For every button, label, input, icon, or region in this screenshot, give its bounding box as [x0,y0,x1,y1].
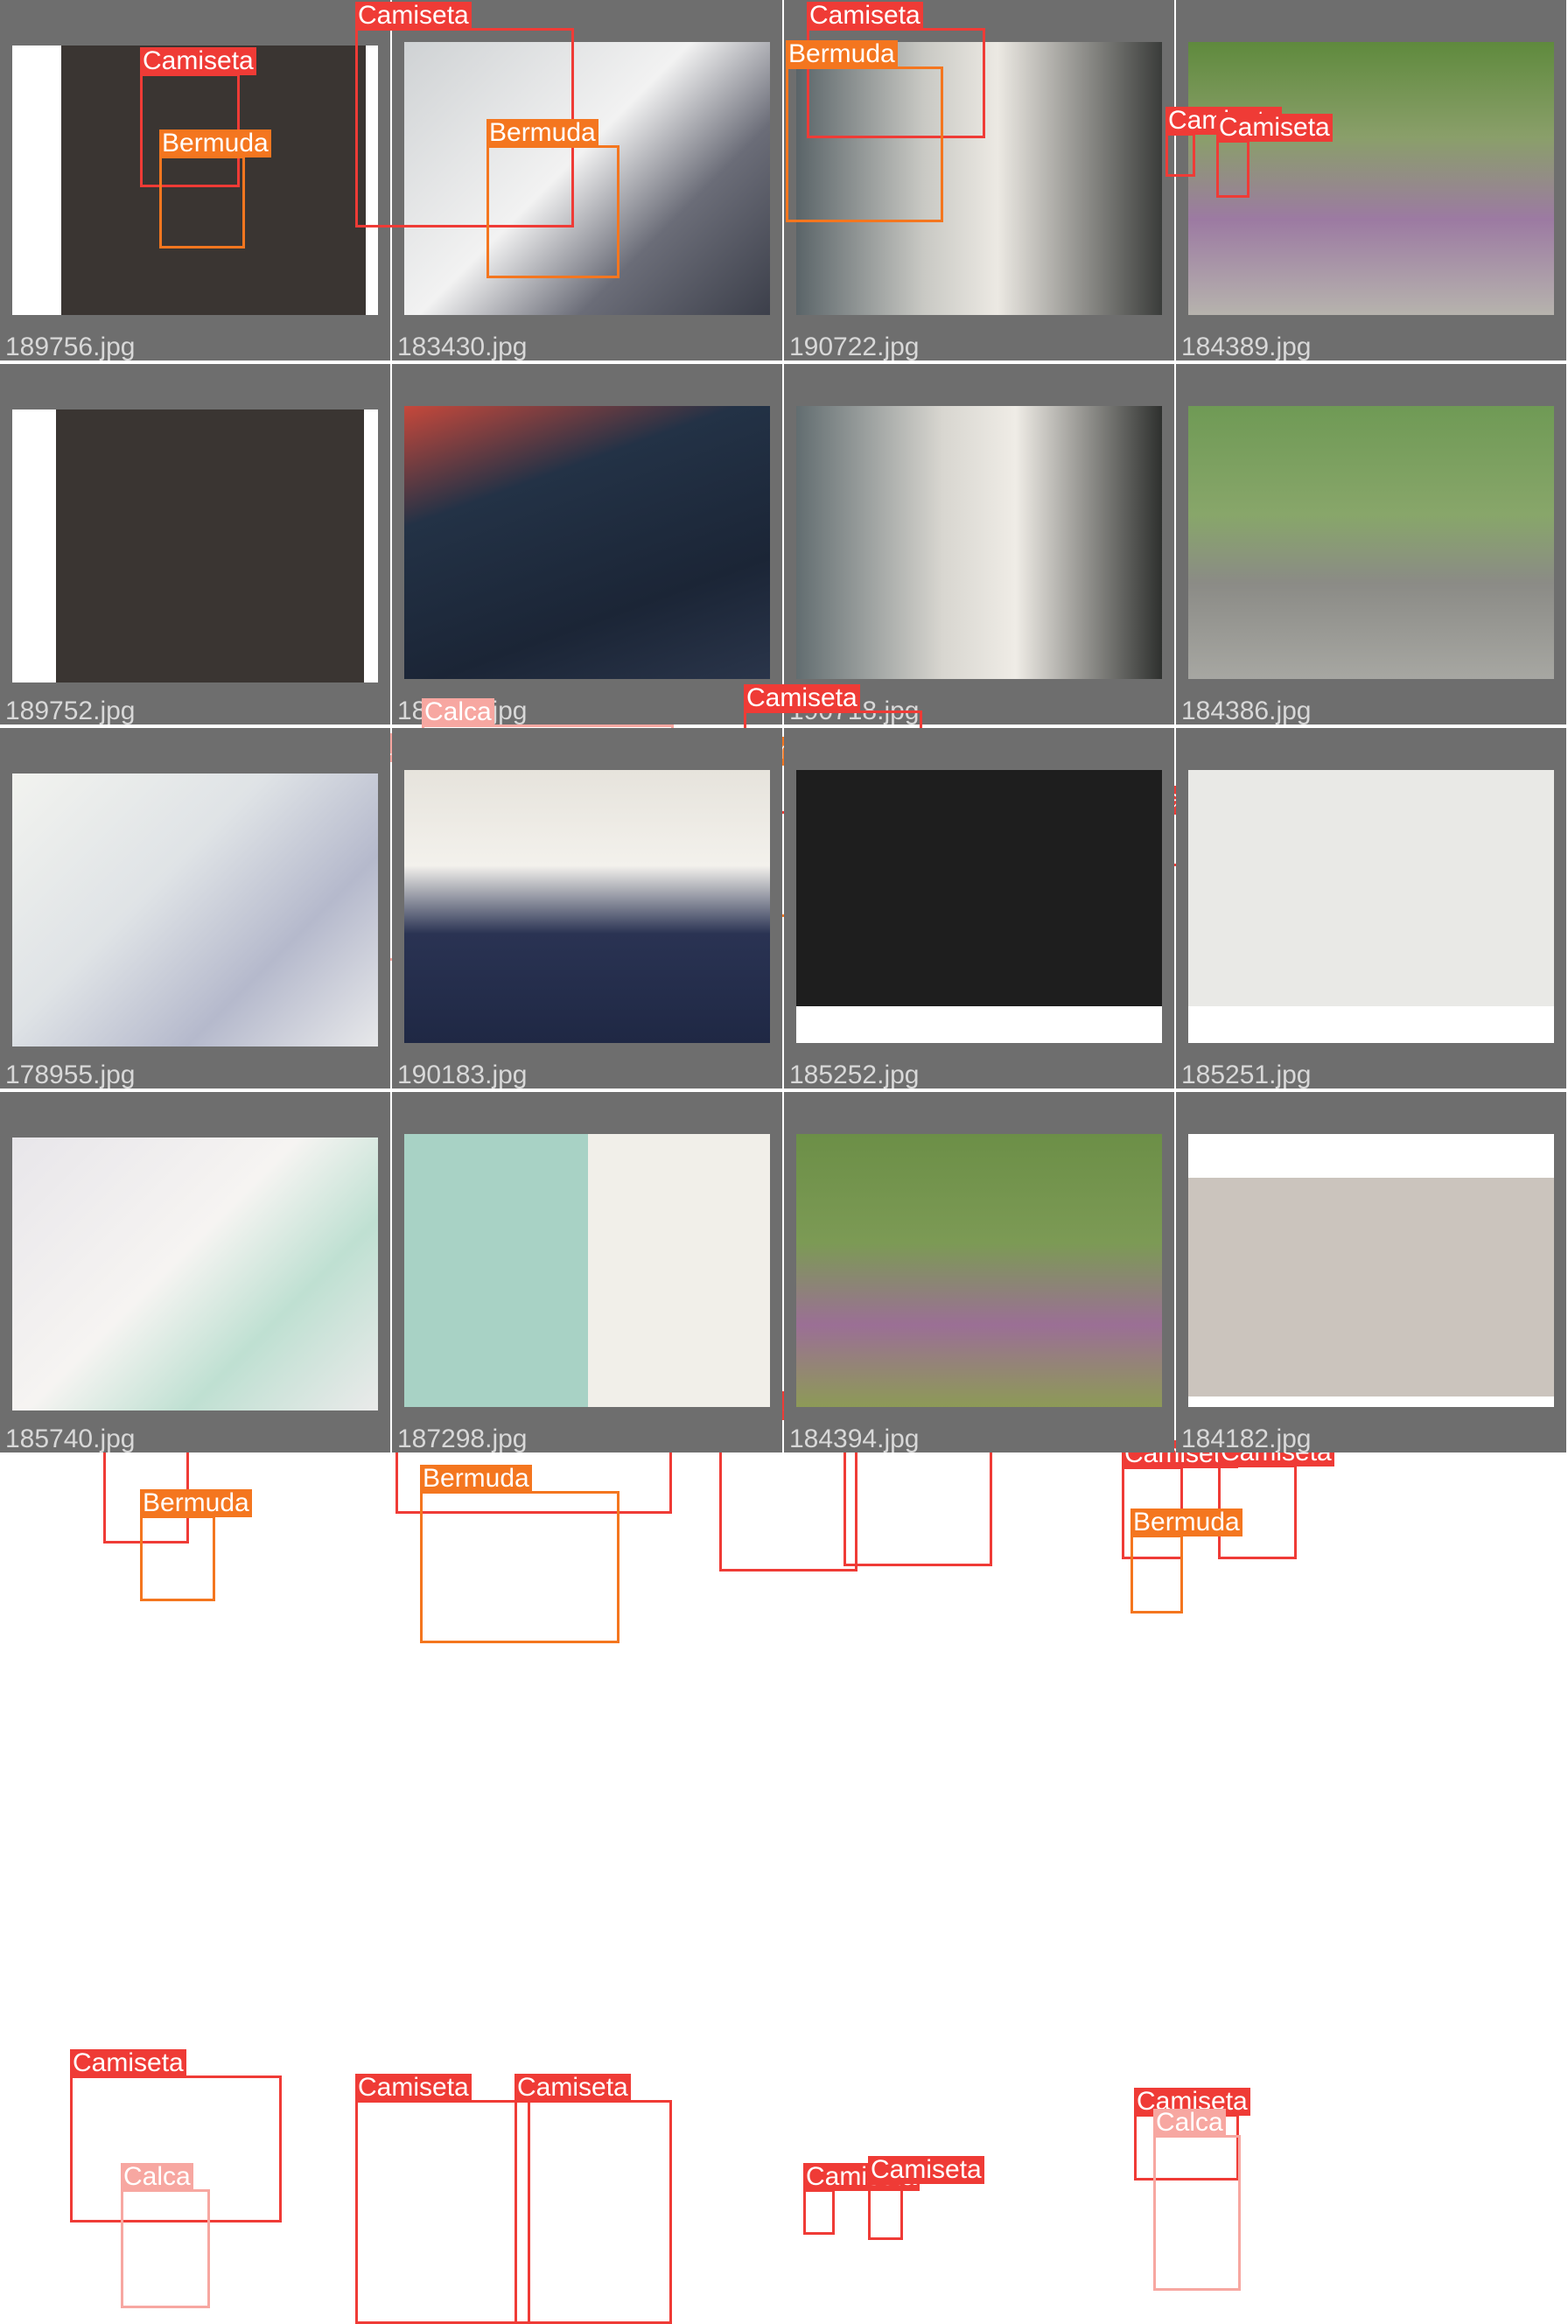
sample-photo [796,770,1162,1043]
image-filename: 184394.jpg [789,1424,920,1452]
sample-photo [404,770,770,1043]
mosaic-tile: 184829.jpg [392,364,782,724]
bounding-box [486,145,620,278]
image-filename: 190183.jpg [397,1060,528,1088]
image-filename: 184389.jpg [1181,332,1312,360]
bounding-box [868,2182,903,2240]
sample-photo [404,1134,770,1407]
bounding-box [803,2189,835,2235]
box-class-label: Bermuda [159,130,271,158]
sample-photo [1188,406,1554,679]
sample-photo [1188,1134,1554,1407]
sample-photo [1188,770,1554,1043]
box-class-label: Camiseta [868,2156,984,2184]
mosaic-grid: 189756.jpg Camiseta Bermuda 183430.jpg Camis… [0,0,1568,2324]
image-filename: 185740.jpg [5,1424,136,1452]
box-class-label: Bermuda [140,1489,252,1517]
bounding-box [140,1516,215,1601]
mosaic-tile: 189752.jpg [0,364,390,724]
bounding-box [355,2100,530,2324]
bounding-box [1216,140,1250,198]
mosaic-tile: 185740.jpg [0,1092,390,1452]
mosaic-tile: 178955.jpg [0,728,390,1088]
mosaic-tile: 184394.jpg [784,1092,1174,1452]
bounding-box [1130,1535,1183,1614]
box-class-label: Camiseta [355,2,472,30]
image-filename: 183430.jpg [397,332,528,360]
mosaic-tile: 190718.jpg [784,364,1174,724]
image-filename: 190722.jpg [789,332,920,360]
box-class-label: Camiseta [355,2074,472,2102]
box-class-label: Camiseta [807,2,923,30]
image-filename: 184182.jpg [1181,1424,1312,1452]
image-filename: 189752.jpg [5,696,136,724]
box-class-label: Camiseta [140,47,256,75]
image-filename: 187298.jpg [397,1424,528,1452]
mosaic-tile: 184386.jpg [1176,364,1566,724]
image-filename: 185251.jpg [1181,1060,1312,1088]
mosaic-tile: 184182.jpg [1176,1092,1566,1452]
sample-photo [796,1134,1162,1407]
box-class-label: Bermuda [420,1465,532,1493]
box-class-label: Camiseta [744,684,860,712]
bounding-box [1153,2135,1241,2291]
mosaic-tile: 185251.jpg [1176,728,1566,1088]
box-class-label: Calca [121,2163,193,2191]
bounding-box [121,2189,210,2308]
box-class-label: Camiseta [70,2049,186,2077]
mosaic-tile: 190183.jpg [392,728,782,1088]
box-class-label: Calca [1153,2109,1226,2137]
sample-photo [796,406,1162,679]
bounding-box [420,1491,620,1643]
image-filename: 185252.jpg [789,1060,920,1088]
sample-photo [12,410,378,682]
sample-photo [404,406,770,679]
bounding-box [159,156,245,248]
image-filename: 189756.jpg [5,332,136,360]
box-class-label: Camiseta [514,2074,631,2102]
mosaic-tile: 187298.jpg [392,1092,782,1452]
sample-photo [12,1138,378,1410]
bounding-box [1166,133,1195,177]
sample-photo [12,774,378,1046]
image-filename: 178955.jpg [5,1060,136,1088]
box-class-label: Bermuda [486,119,598,147]
box-class-label: Camiseta [1216,114,1333,142]
mosaic-tile: 185252.jpg [784,728,1174,1088]
image-filename: 184386.jpg [1181,696,1312,724]
bounding-box [786,66,943,222]
box-class-label: Bermuda [1130,1508,1242,1536]
box-class-label: Calca [422,698,494,726]
bounding-box [514,2100,672,2324]
box-class-label: Bermuda [786,40,898,68]
